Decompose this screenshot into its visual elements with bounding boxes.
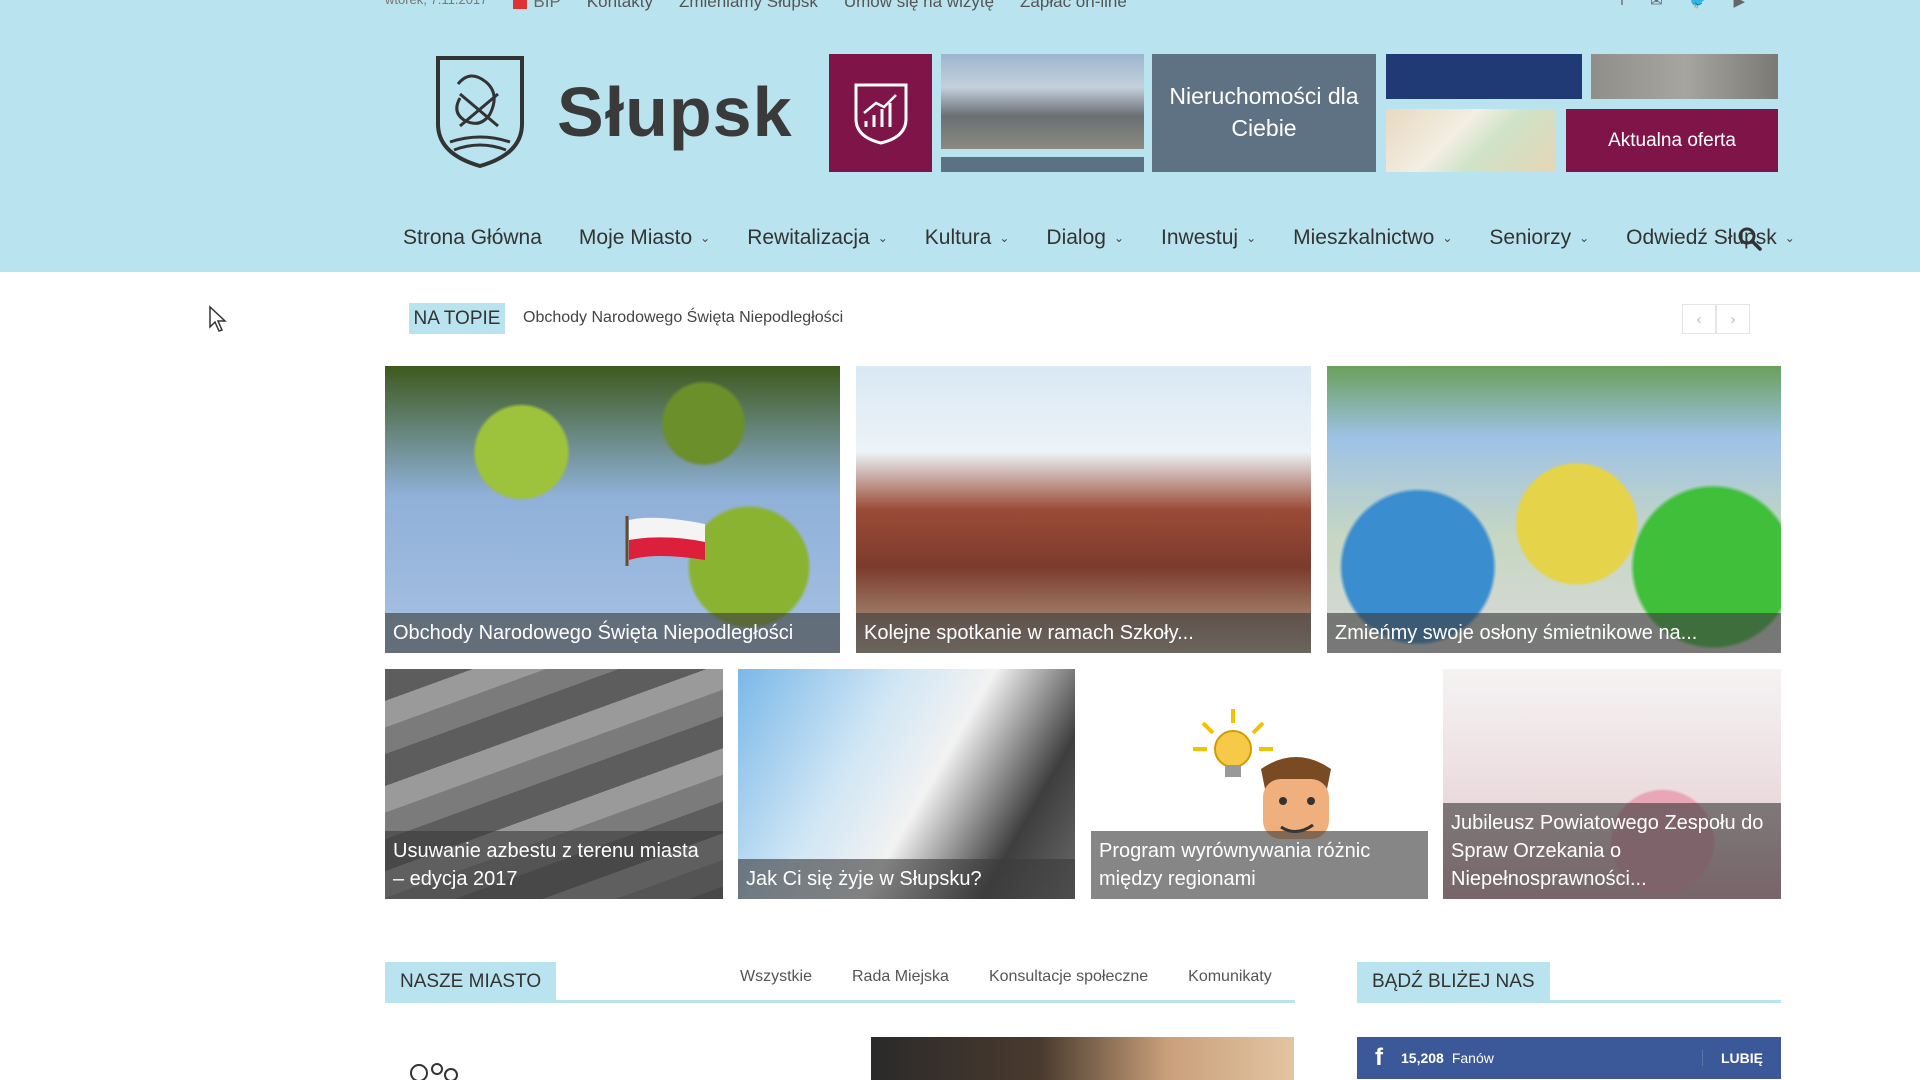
chevron-down-icon: ⌄	[700, 231, 711, 245]
featured-caption: Jubileusz Powiatowego Zespołu do Spraw O…	[1443, 803, 1781, 899]
nav-item-seniorzy[interactable]: Seniorzy ⌄	[1489, 226, 1589, 250]
filter-rada-miejska[interactable]: Rada Miejska	[852, 968, 949, 986]
youtube-icon[interactable]: ▶	[1733, 0, 1745, 10]
section-header-nasze-miasto: NASZE MIASTO	[385, 962, 557, 1002]
ticker-nav: ‹ ›	[1682, 304, 1750, 334]
chevron-down-icon: ⌄	[1579, 231, 1590, 245]
facebook-like-box[interactable]: f 15,208 Fanów LUBIĘ	[1357, 1037, 1781, 1079]
featured-card[interactable]: Usuwanie azbestu z terenu miasta – edycj…	[385, 669, 723, 899]
ticker-label: NA TOPIE	[409, 303, 505, 334]
contacts-link[interactable]: Kontakty	[587, 0, 653, 11]
featured-card[interactable]: Jak Ci się żyje w Słupsku?	[738, 669, 1075, 899]
nav-label: Seniorzy	[1489, 226, 1572, 249]
chevron-down-icon: ⌄	[999, 231, 1010, 245]
ticker-headline[interactable]: Obchody Narodowego Święta Niepodległości	[523, 309, 843, 327]
nav-item-dialog[interactable]: Dialog ⌄	[1046, 226, 1124, 250]
news-thumbnail[interactable]	[871, 1037, 1294, 1080]
chevron-down-icon: ⌄	[1784, 231, 1795, 245]
documents-photo-banner[interactable]	[1386, 109, 1556, 172]
section-title: BĄDŹ BLIŻEJ NAS	[1357, 962, 1550, 1002]
ornament-icon	[410, 1063, 458, 1080]
polish-flag-image	[625, 516, 705, 566]
like-button[interactable]: LUBIĘ	[1702, 1050, 1781, 1066]
site-title[interactable]: Słupsk	[557, 72, 793, 152]
filter-komunikaty[interactable]: Komunikaty	[1188, 968, 1272, 986]
gray-photo-banner[interactable]	[1591, 54, 1778, 99]
fans-count: 15,208	[1401, 1050, 1444, 1066]
date-label: wtorek, 7.11.2017	[385, 0, 487, 10]
category-filters: Wszystkie Rada Miejska Konsultacje społe…	[740, 968, 1272, 986]
search-icon[interactable]	[1737, 226, 1763, 252]
featured-card[interactable]: Program wyrównywania różnic między regio…	[1091, 669, 1428, 899]
nav-label: Inwestuj	[1161, 226, 1239, 249]
nav-item-odwiedz[interactable]: Odwiedź Słupsk ⌄	[1626, 226, 1795, 250]
top-bar: wtorek, 7.11.2017 BIP Kontakty Zmieniamy…	[385, 0, 1127, 11]
featured-caption: Obchody Narodowego Święta Niepodległości	[385, 613, 840, 653]
main-nav: Strona Główna Moje Miasto ⌄ Rewitalizacja…	[403, 226, 1832, 250]
navy-banner[interactable]	[1386, 54, 1582, 99]
nav-label: Moje Miasto	[578, 226, 693, 249]
section-underline	[1357, 1000, 1781, 1003]
featured-caption: Program wyrównywania różnic między regio…	[1091, 831, 1428, 899]
twitter-icon[interactable]: 🐦	[1689, 0, 1708, 10]
featured-caption: Zmieńmy swoje osłony śmietnikowe na...	[1327, 613, 1781, 653]
pay-online-link[interactable]: Zapłać on-line	[1020, 0, 1127, 11]
chevron-down-icon: ⌄	[1246, 231, 1257, 245]
section-header-social: BĄDŹ BLIŻEJ NAS	[1357, 962, 1550, 1002]
mouse-cursor-icon	[209, 305, 227, 332]
zmieniamy-link[interactable]: Zmieniamy Słupsk	[679, 0, 818, 11]
nav-item-home[interactable]: Strona Główna	[403, 226, 542, 250]
ticker-next-button[interactable]: ›	[1716, 304, 1750, 334]
nav-item-kultura[interactable]: Kultura ⌄	[925, 226, 1010, 250]
nav-label: Dialog	[1046, 226, 1106, 249]
officials-photo-banner[interactable]	[941, 54, 1144, 149]
site-header: wtorek, 7.11.2017 BIP Kontakty Zmieniamy…	[0, 0, 1920, 272]
invest-banner[interactable]	[829, 54, 932, 172]
nav-item-moje-miasto[interactable]: Moje Miasto ⌄	[579, 226, 710, 250]
chevron-down-icon: ⌄	[1442, 231, 1453, 245]
nav-item-rewitalizacja[interactable]: Rewitalizacja ⌄	[747, 226, 888, 250]
section-underline	[385, 1000, 1295, 1003]
featured-card[interactable]: Kolejne spotkanie w ramach Szkoły...	[856, 366, 1311, 653]
featured-caption: Kolejne spotkanie w ramach Szkoły...	[856, 613, 1311, 653]
officials-photo-caption-bar	[941, 157, 1144, 172]
bip-link[interactable]: BIP	[513, 0, 560, 11]
chevron-down-icon: ⌄	[1113, 231, 1125, 245]
mail-icon[interactable]: ✉	[1650, 0, 1663, 10]
chevron-down-icon: ⌄	[877, 231, 888, 245]
visit-link[interactable]: Umów się na wizytę	[844, 0, 994, 11]
nav-item-mieszkalnictwo[interactable]: Mieszkalnictwo ⌄	[1293, 226, 1452, 250]
featured-caption: Usuwanie azbestu z terenu miasta – edycj…	[385, 831, 723, 899]
featured-card[interactable]: Zmieńmy swoje osłony śmietnikowe na...	[1327, 366, 1781, 653]
facebook-icon: f	[1375, 1044, 1383, 1071]
chart-shield-icon	[854, 83, 907, 145]
nav-label: Mieszkalnictwo	[1293, 226, 1435, 249]
nav-item-inwestuj[interactable]: Inwestuj ⌄	[1161, 226, 1256, 250]
current-offer-button[interactable]: Aktualna oferta	[1566, 109, 1778, 172]
featured-caption: Jak Ci się żyje w Słupsku?	[738, 859, 1075, 899]
nav-label: Strona Główna	[403, 226, 542, 249]
filter-all[interactable]: Wszystkie	[740, 968, 812, 986]
nav-label: Kultura	[924, 226, 992, 249]
facebook-icon[interactable]: f	[1620, 0, 1624, 10]
nav-label: Rewitalizacja	[747, 226, 870, 249]
section-title: NASZE MIASTO	[385, 962, 557, 1002]
featured-card[interactable]: Jubileusz Powiatowego Zespołu do Spraw O…	[1443, 669, 1781, 899]
city-crest-logo[interactable]	[430, 54, 530, 170]
featured-card[interactable]: Obchody Narodowego Święta Niepodległości	[385, 366, 840, 653]
real-estate-banner[interactable]: Nieruchomości dla Ciebie	[1152, 54, 1376, 172]
filter-konsultacje[interactable]: Konsultacje społeczne	[989, 968, 1148, 986]
social-links: f ✉ 🐦 ▶	[1620, 0, 1745, 10]
fans-label: Fanów	[1451, 1050, 1494, 1066]
ticker-prev-button[interactable]: ‹	[1682, 304, 1716, 334]
